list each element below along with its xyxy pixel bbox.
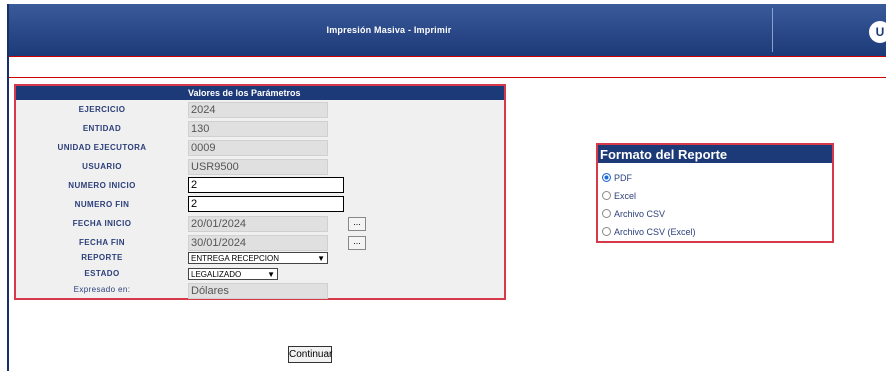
continue-button[interactable]: Continuar — [288, 346, 332, 363]
parameters-panel: Valores de los Parámetros EJERCICIO 2024… — [14, 84, 506, 300]
page-header: Impresión Masiva - Imprimir U — [9, 4, 886, 56]
page-title: Impresión Masiva - Imprimir — [326, 25, 452, 35]
reporte-select-value: ENTREGA RECEPCION — [191, 254, 280, 263]
chevron-down-icon: ▼ — [267, 270, 275, 279]
expresado-field: Dólares — [188, 283, 328, 299]
parameters-header: Valores de los Parámetros — [16, 86, 504, 100]
fecha-inicio-field: 20/01/2024 — [188, 216, 328, 232]
row-numero-fin: NUMERO FIN 2 — [16, 195, 504, 214]
row-ejercicio: EJERCICIO 2024 — [16, 100, 504, 119]
ejercicio-field: 2024 — [188, 102, 328, 118]
row-estado: ESTADO LEGALIZADO ▼ — [16, 266, 504, 282]
reporte-select[interactable]: ENTREGA RECEPCION ▼ — [188, 252, 328, 264]
unidad-ejecutora-field: 0009 — [188, 140, 328, 156]
report-format-panel: Formato del Reporte PDF Excel Archivo CS… — [596, 143, 834, 243]
label-expresado: Expresado en: — [73, 285, 131, 294]
chevron-down-icon: ▼ — [317, 254, 325, 263]
fecha-fin-field: 30/01/2024 — [188, 235, 328, 251]
label-numero-inicio: NUMERO INICIO — [68, 181, 136, 190]
label-unidad-ejecutora: UNIDAD EJECUTORA — [57, 143, 147, 152]
format-option-pdf[interactable]: PDF — [602, 171, 632, 186]
report-format-title: Formato del Reporte — [598, 145, 832, 163]
parameters-title: Valores de los Parámetros — [188, 88, 301, 98]
row-fecha-inicio: FECHA INICIO 20/01/2024 ... — [16, 214, 504, 233]
label-estado: ESTADO — [84, 269, 120, 278]
estado-select[interactable]: LEGALIZADO ▼ — [188, 268, 278, 280]
label-reporte: REPORTE — [81, 253, 123, 262]
label-ejercicio: EJERCICIO — [78, 105, 126, 114]
format-option-csv[interactable]: Archivo CSV — [602, 207, 665, 222]
fecha-inicio-picker-button[interactable]: ... — [348, 217, 366, 231]
fecha-fin-picker-button[interactable]: ... — [348, 236, 366, 250]
row-usuario: USUARIO USR9500 — [16, 157, 504, 176]
row-expresado: Expresado en: Dólares — [16, 282, 504, 299]
label-numero-fin: NUMERO FIN — [74, 200, 130, 209]
numero-fin-input[interactable]: 2 — [188, 196, 344, 212]
row-entidad: ENTIDAD 130 — [16, 119, 504, 138]
entidad-field: 130 — [188, 121, 328, 137]
sub-bar — [9, 56, 886, 78]
format-option-excel[interactable]: Excel — [602, 189, 636, 204]
radio-icon[interactable] — [602, 209, 611, 219]
header-divider — [772, 8, 773, 52]
radio-icon[interactable] — [602, 227, 611, 237]
label-entidad: ENTIDAD — [82, 124, 122, 133]
row-unidad-ejecutora: UNIDAD EJECUTORA 0009 — [16, 138, 504, 157]
label-fecha-inicio: FECHA INICIO — [72, 219, 132, 228]
row-reporte: REPORTE ENTREGA RECEPCION ▼ — [16, 250, 504, 266]
label-usuario: USUARIO — [82, 162, 122, 171]
estado-select-value: LEGALIZADO — [191, 270, 242, 279]
usuario-field: USR9500 — [188, 159, 328, 175]
radio-selected-icon[interactable] — [602, 173, 611, 183]
format-option-csv-excel[interactable]: Archivo CSV (Excel) — [602, 225, 696, 240]
row-numero-inicio: NUMERO INICIO 2 — [16, 176, 504, 195]
radio-icon[interactable] — [602, 191, 611, 201]
logo-icon: U — [869, 21, 886, 43]
numero-inicio-input[interactable]: 2 — [188, 177, 344, 193]
